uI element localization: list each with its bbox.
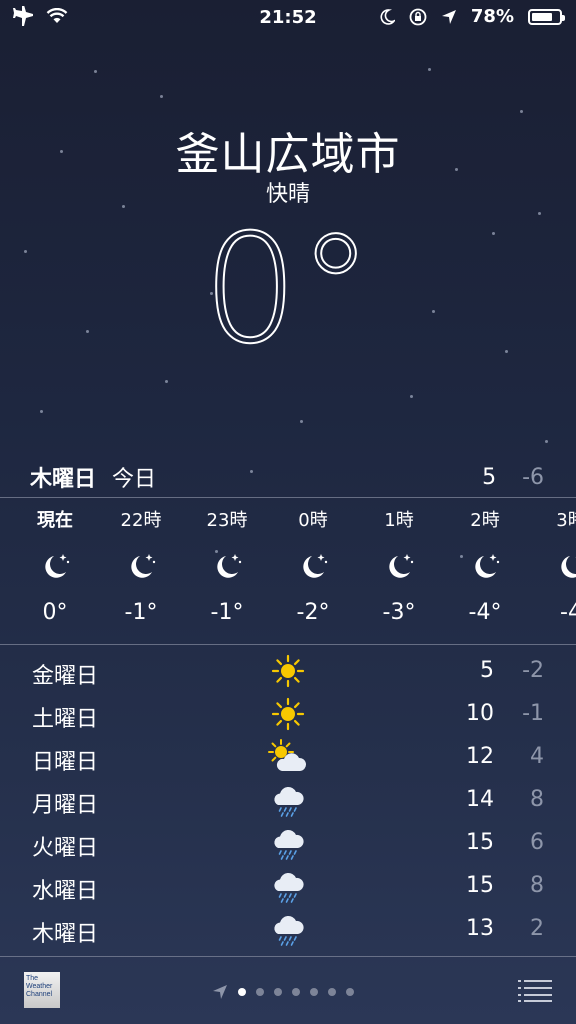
today-label: 今日 <box>112 467 157 492</box>
hourly-item: 現在 0° <box>12 498 98 625</box>
daily-row: 月曜日 14 8 <box>0 779 576 822</box>
daily-high: 10 <box>466 701 494 726</box>
hourly-time: 3時 <box>556 510 576 531</box>
daily-high: 15 <box>466 830 494 855</box>
daily-day: 月曜日 <box>32 793 99 818</box>
hourly-temperature: -3° <box>382 600 416 625</box>
hourly-temperature: -4° <box>468 600 502 625</box>
daily-high: 5 <box>480 658 494 683</box>
list-icon[interactable] <box>518 978 552 1002</box>
daily-low: 8 <box>530 873 544 898</box>
daily-row: 金曜日 5 -2 <box>0 650 576 693</box>
page-dot[interactable] <box>328 988 336 996</box>
page-dot[interactable] <box>238 988 246 996</box>
location-arrow-icon <box>213 985 227 999</box>
partly-cloudy-icon <box>268 738 308 776</box>
today-high: 5 <box>482 464 497 490</box>
moon-stars-icon <box>98 540 184 594</box>
hourly-item: 22時 -1° <box>98 498 184 625</box>
hourly-time: 0時 <box>298 510 328 531</box>
hourly-temperature: -1° <box>210 600 244 625</box>
rotation-lock-icon <box>409 8 427 25</box>
hourly-item: 3時 -4 <box>528 498 576 625</box>
hourly-item: 23時 -1° <box>184 498 270 625</box>
daily-day: 金曜日 <box>32 664 99 689</box>
daily-row: 土曜日 10 -1 <box>0 693 576 736</box>
hourly-item: 0時 -2° <box>270 498 356 625</box>
hourly-time: 現在 <box>37 510 73 531</box>
page-dot[interactable] <box>310 988 318 996</box>
daily-high: 15 <box>466 873 494 898</box>
rain-icon <box>268 867 308 905</box>
battery-icon <box>528 8 565 25</box>
hourly-item: 1時 -3° <box>356 498 442 625</box>
hourly-time: 1時 <box>384 510 414 531</box>
daily-low: 8 <box>530 787 544 812</box>
page-indicator[interactable] <box>212 984 354 1000</box>
divider <box>0 956 576 957</box>
daily-row: 水曜日 15 8 <box>0 865 576 908</box>
sun-icon <box>268 652 308 690</box>
weather-channel-logo[interactable]: The Weather Channel <box>24 972 60 1008</box>
hourly-time: 2時 <box>470 510 500 531</box>
daily-low: -1 <box>522 701 544 726</box>
hourly-temperature: -1° <box>124 600 158 625</box>
sun-icon <box>268 695 308 733</box>
daily-day: 火曜日 <box>32 836 99 861</box>
moon-stars-icon <box>528 540 576 594</box>
today-day: 木曜日 <box>30 467 97 492</box>
hourly-temperature: -4 <box>560 600 576 625</box>
hourly-forecast[interactable]: 現在 0° 22時 -1° 23時 -1° 0時 -2° 1時 -3° 2時 -4° 3時 -4 <box>0 498 576 644</box>
daily-low: 2 <box>530 916 544 941</box>
daily-row: 火曜日 15 6 <box>0 822 576 865</box>
daily-row: 日曜日 12 4 <box>0 736 576 779</box>
rain-icon <box>268 824 308 862</box>
page-dot[interactable] <box>256 988 264 996</box>
city-name: 釜山広域市 <box>175 129 401 180</box>
today-summary-row: 木曜日 今日 5 -6 <box>30 460 544 494</box>
daily-day: 水曜日 <box>32 879 99 904</box>
page-dot[interactable] <box>346 988 354 996</box>
moon-stars-icon <box>356 540 442 594</box>
daily-high: 12 <box>466 744 494 769</box>
moon-icon <box>380 8 395 25</box>
location-arrow-icon <box>441 9 456 24</box>
daily-low: 6 <box>530 830 544 855</box>
current-temperature: 0° <box>202 203 374 377</box>
page-dot[interactable] <box>274 988 282 996</box>
hourly-temperature: -2° <box>296 600 330 625</box>
daily-row: 木曜日 13 2 <box>0 908 576 951</box>
hourly-time: 23時 <box>206 510 248 531</box>
hourly-time: 22時 <box>120 510 162 531</box>
daily-low: 4 <box>530 744 544 769</box>
page-dot[interactable] <box>292 988 300 996</box>
hourly-item: 2時 -4° <box>442 498 528 625</box>
moon-stars-icon <box>184 540 270 594</box>
daily-day: 土曜日 <box>32 707 99 732</box>
daily-high: 13 <box>466 916 494 941</box>
bottom-bar: The Weather Channel <box>0 958 576 1024</box>
battery-percent: 78% <box>470 6 514 27</box>
moon-stars-icon <box>270 540 356 594</box>
status-bar: 21:52 78% <box>0 0 576 36</box>
battery-level-fill <box>532 12 552 21</box>
rain-icon <box>268 781 308 819</box>
moon-stars-icon <box>12 540 98 594</box>
hourly-temperature: 0° <box>42 600 68 625</box>
today-low: -6 <box>522 464 544 490</box>
moon-stars-icon <box>442 540 528 594</box>
rain-icon <box>268 910 308 948</box>
daily-high: 14 <box>466 787 494 812</box>
daily-day: 木曜日 <box>32 922 99 947</box>
daily-low: -2 <box>522 658 544 683</box>
divider <box>0 644 576 645</box>
daily-day: 日曜日 <box>32 750 99 775</box>
